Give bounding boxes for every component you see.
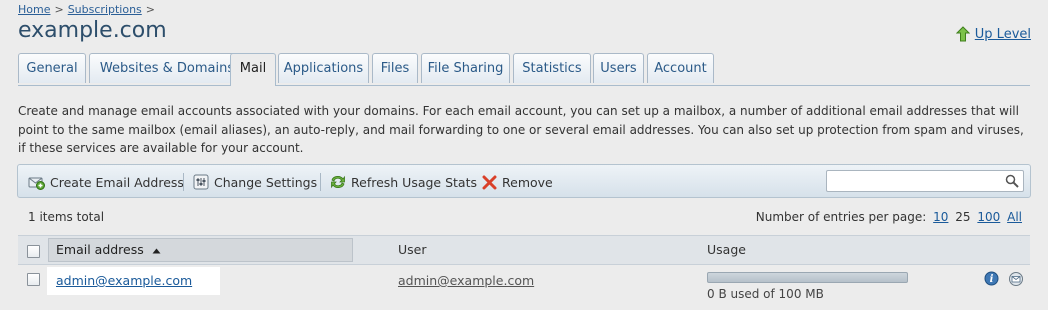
tab-applications[interactable]: Applications: [278, 53, 369, 83]
per-page-label: Number of entries per page:: [755, 210, 927, 224]
create-email-button[interactable]: Create Email Address: [28, 165, 184, 199]
toolbar: Create Email Address Change Settings Ref…: [17, 164, 1031, 198]
page-description: Create and manage email accounts associa…: [18, 104, 1024, 155]
tab-files[interactable]: Files: [372, 53, 418, 83]
toolbar-divider: [320, 173, 321, 191]
breadcrumb-subscriptions-link[interactable]: Subscriptions: [68, 3, 142, 16]
tab-statistics[interactable]: Statistics: [513, 53, 591, 83]
tab-users[interactable]: Users: [593, 53, 644, 83]
select-all-checkbox[interactable]: [27, 245, 40, 258]
items-total: 1 items total: [28, 210, 105, 224]
table-header: Email address User Usage: [18, 235, 1030, 265]
up-level-icon[interactable]: [955, 26, 970, 42]
per-page-current: 25: [955, 210, 971, 224]
up-level[interactable]: Up Level: [955, 26, 1031, 42]
change-settings-label: Change Settings: [214, 174, 318, 190]
email-cell: admin@example.com: [47, 267, 220, 295]
remove-icon: [482, 175, 497, 189]
refresh-usage-button[interactable]: Refresh Usage Stats: [330, 165, 477, 199]
change-settings-button[interactable]: Change Settings: [193, 165, 317, 199]
sort-asc-icon: [152, 248, 161, 253]
breadcrumb: Home > Subscriptions >: [18, 3, 159, 16]
column-header-usage[interactable]: Usage: [707, 236, 746, 264]
remove-button[interactable]: Remove: [482, 165, 553, 199]
mail-settings-icon[interactable]: [1008, 271, 1024, 287]
email-address-link[interactable]: admin@example.com: [56, 273, 192, 288]
create-email-label: Create Email Address: [50, 174, 184, 190]
user-link[interactable]: admin@example.com: [398, 273, 534, 288]
row-checkbox[interactable]: [27, 273, 40, 286]
breadcrumb-home-link[interactable]: Home: [18, 3, 50, 16]
svg-text:i: i: [990, 274, 994, 285]
table-row: admin@example.com admin@example.com 0 B …: [18, 265, 1030, 310]
tab-account[interactable]: Account: [647, 53, 714, 83]
search-input[interactable]: [831, 172, 1005, 192]
tab-general[interactable]: General: [18, 53, 86, 83]
page-title: example.com: [18, 18, 167, 43]
usage-text: 0 B used of 100 MB: [707, 287, 824, 301]
change-settings-icon: [193, 174, 209, 190]
search-icon[interactable]: [1005, 174, 1019, 188]
column-header-email[interactable]: Email address: [48, 238, 353, 262]
per-page-10-link[interactable]: 10: [933, 210, 948, 224]
tab-bar: General Websites & Domains Mail Applicat…: [18, 53, 1030, 86]
per-page-100-link[interactable]: 100: [977, 210, 1000, 224]
tab-websites-domains[interactable]: Websites & Domains: [89, 53, 245, 83]
tab-mail[interactable]: Mail: [230, 53, 276, 86]
per-page-all-link[interactable]: All: [1007, 210, 1022, 224]
refresh-usage-label: Refresh Usage Stats: [351, 174, 478, 190]
up-level-link[interactable]: Up Level: [975, 27, 1031, 42]
toolbar-divider: [183, 173, 184, 191]
column-header-email-label: Email address: [56, 242, 144, 257]
usage-progress-bar: [707, 272, 908, 283]
remove-label: Remove: [502, 174, 553, 190]
column-header-user[interactable]: User: [398, 236, 427, 264]
entries-per-page: Number of entries per page: 10 25 100 Al…: [756, 210, 1022, 224]
breadcrumb-separator: >: [145, 3, 155, 16]
search-field[interactable]: [826, 170, 1024, 192]
info-icon[interactable]: i: [984, 271, 999, 286]
refresh-icon: [331, 175, 345, 189]
breadcrumb-separator: >: [54, 3, 64, 16]
create-email-icon: [28, 177, 45, 190]
tab-file-sharing[interactable]: File Sharing: [421, 53, 510, 83]
